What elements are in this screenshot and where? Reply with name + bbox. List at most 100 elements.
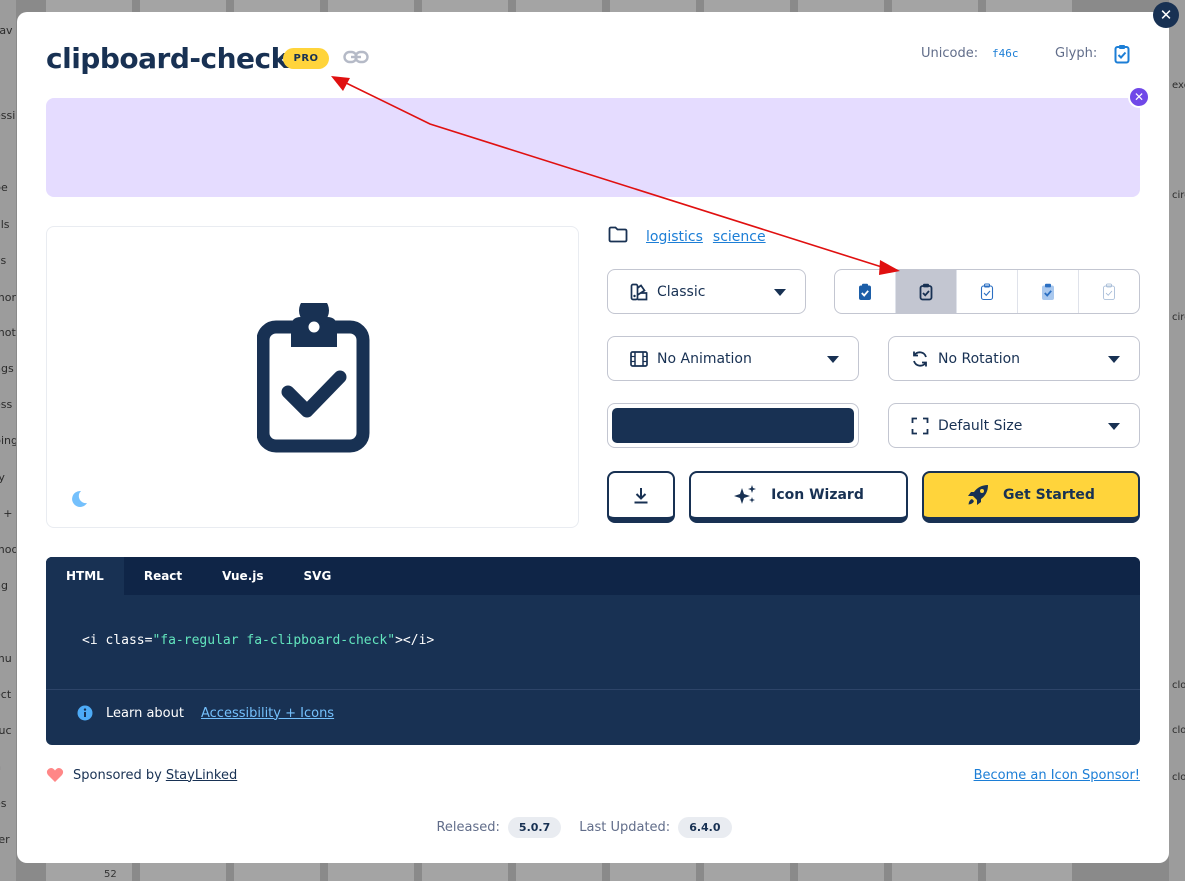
bg-text: circ <box>1172 312 1185 323</box>
category-link-logistics[interactable]: logistics <box>646 229 703 245</box>
code-tag-close: ></i> <box>395 633 435 648</box>
updated-label: Last Updated: <box>579 820 671 835</box>
bg-text: be <box>0 181 8 194</box>
rotation-select[interactable]: No Rotation <box>888 336 1140 381</box>
glyph-label: Glyph: <box>1055 46 1098 61</box>
film-icon <box>630 350 648 367</box>
bg-text: mot <box>0 326 16 339</box>
bg-text: Fav <box>0 24 13 37</box>
family-select[interactable]: Classic <box>607 269 806 314</box>
unicode-label: Unicode: <box>921 46 979 61</box>
animation-select-value: No Animation <box>657 350 752 367</box>
get-started-label: Get Started <box>1003 487 1095 503</box>
tab-html[interactable]: HTML <box>46 557 124 595</box>
bg-text: ess <box>0 398 13 411</box>
bg-text: circ <box>1172 190 1185 201</box>
style-toggle-group <box>834 269 1140 314</box>
link-icon[interactable] <box>343 49 369 69</box>
rotation-select-value: No Rotation <box>938 350 1021 367</box>
tab-svg[interactable]: SVG <box>284 557 352 595</box>
chevron-down-icon <box>1108 423 1120 430</box>
rocket-icon <box>967 484 989 506</box>
bg-text: clo <box>1172 772 1185 783</box>
bg-text: mod <box>0 543 16 556</box>
color-swatch <box>612 408 854 443</box>
chevron-down-icon <box>827 356 839 363</box>
code-snippet[interactable]: <i class="fa-regular fa-clipboard-check"… <box>82 633 434 648</box>
size-select[interactable]: Default Size <box>888 403 1140 448</box>
icon-preview <box>46 226 579 528</box>
icon-wizard-button[interactable]: Icon Wizard <box>689 471 908 523</box>
heart-icon <box>46 767 64 783</box>
info-icon <box>77 705 93 721</box>
code-tabs: HTML React Vue.js SVG <box>46 557 1140 595</box>
animation-select[interactable]: No Animation <box>607 336 859 381</box>
sponsored-by-text: Sponsored by <box>73 767 162 783</box>
become-sponsor-link[interactable]: Become an Icon Sponsor! <box>974 768 1140 783</box>
family-select-value: Classic <box>657 283 706 300</box>
bg-text: s + <box>0 507 13 520</box>
download-button[interactable] <box>607 471 675 523</box>
bg-text: vs <box>0 254 7 267</box>
bg-text: ect <box>0 688 12 701</box>
category-list: logistics science <box>608 226 776 247</box>
background-page-right: exc circ circ clo clo clo <box>1169 0 1185 881</box>
style-solid-option[interactable] <box>835 270 896 313</box>
sparkles-icon <box>733 484 757 506</box>
icon-title: clipboard-check <box>46 42 289 75</box>
bg-text: ter <box>0 833 10 846</box>
close-ad-button[interactable]: ✕ <box>1128 86 1150 108</box>
background-tiles-bottom <box>16 863 1169 881</box>
code-tag-open: <i class= <box>82 633 153 648</box>
bg-text: ngs <box>0 362 14 375</box>
clipboard-check-glyph-icon[interactable] <box>1114 44 1130 68</box>
background-tiles-top <box>16 0 1169 12</box>
sponsor-name-link[interactable]: StayLinked <box>166 768 237 783</box>
accessibility-link[interactable]: Accessibility + Icons <box>201 706 334 721</box>
bg-text: mor <box>0 291 16 304</box>
chevron-down-icon <box>774 289 786 296</box>
download-icon <box>633 487 649 504</box>
category-link-science[interactable]: science <box>713 229 766 245</box>
learn-about-row: Learn about Accessibility + Icons <box>77 705 334 721</box>
divider <box>46 689 1140 690</box>
bg-text: ng <box>0 579 8 592</box>
code-class-string: "fa-regular fa-clipboard-check" <box>152 633 396 648</box>
rotate-icon <box>911 350 929 368</box>
learn-about-text: Learn about <box>106 705 184 721</box>
updated-version: 6.4.0 <box>678 817 732 838</box>
bg-text: ping <box>0 434 16 447</box>
bg-text: essib <box>0 109 16 122</box>
icon-wizard-label: Icon Wizard <box>771 487 864 503</box>
background-page-left: Fav s essib be als vs mor mot ngs ess pi… <box>0 0 16 881</box>
pro-badge: PRO <box>283 48 329 69</box>
bg-text: g <box>0 616 1 629</box>
bg-count: 52 <box>104 869 117 880</box>
get-started-button[interactable]: Get Started <box>922 471 1140 523</box>
bg-text: exc <box>1172 80 1185 91</box>
version-info: Released: 5.0.7 Last Updated: 6.4.0 <box>17 817 1169 838</box>
ad-banner[interactable] <box>46 98 1140 197</box>
code-snippet-panel: HTML React Vue.js SVG <i class="fa-regul… <box>46 557 1140 745</box>
style-duotone-option[interactable] <box>1018 270 1079 313</box>
style-light-option[interactable] <box>957 270 1018 313</box>
swatchbook-icon <box>630 283 648 301</box>
bg-text: es <box>0 797 7 810</box>
bg-text: mu <box>0 652 12 665</box>
style-regular-option[interactable] <box>896 270 957 313</box>
released-version: 5.0.7 <box>507 817 562 838</box>
bg-text: als <box>0 218 10 231</box>
bg-text: clo <box>1172 680 1185 691</box>
unicode-value[interactable]: f46c <box>992 47 1019 60</box>
bg-text: ty <box>0 471 5 484</box>
close-modal-button[interactable]: ✕ <box>1153 2 1179 28</box>
tab-react[interactable]: React <box>124 557 202 595</box>
clipboard-check-preview-icon <box>256 295 371 457</box>
bg-text: clo <box>1172 725 1185 736</box>
moon-icon[interactable] <box>69 489 89 513</box>
folder-icon <box>608 226 628 247</box>
color-picker[interactable] <box>607 403 859 448</box>
bg-text: ruc <box>0 724 12 737</box>
tab-vuejs[interactable]: Vue.js <box>202 557 283 595</box>
style-thin-option[interactable] <box>1079 270 1139 313</box>
